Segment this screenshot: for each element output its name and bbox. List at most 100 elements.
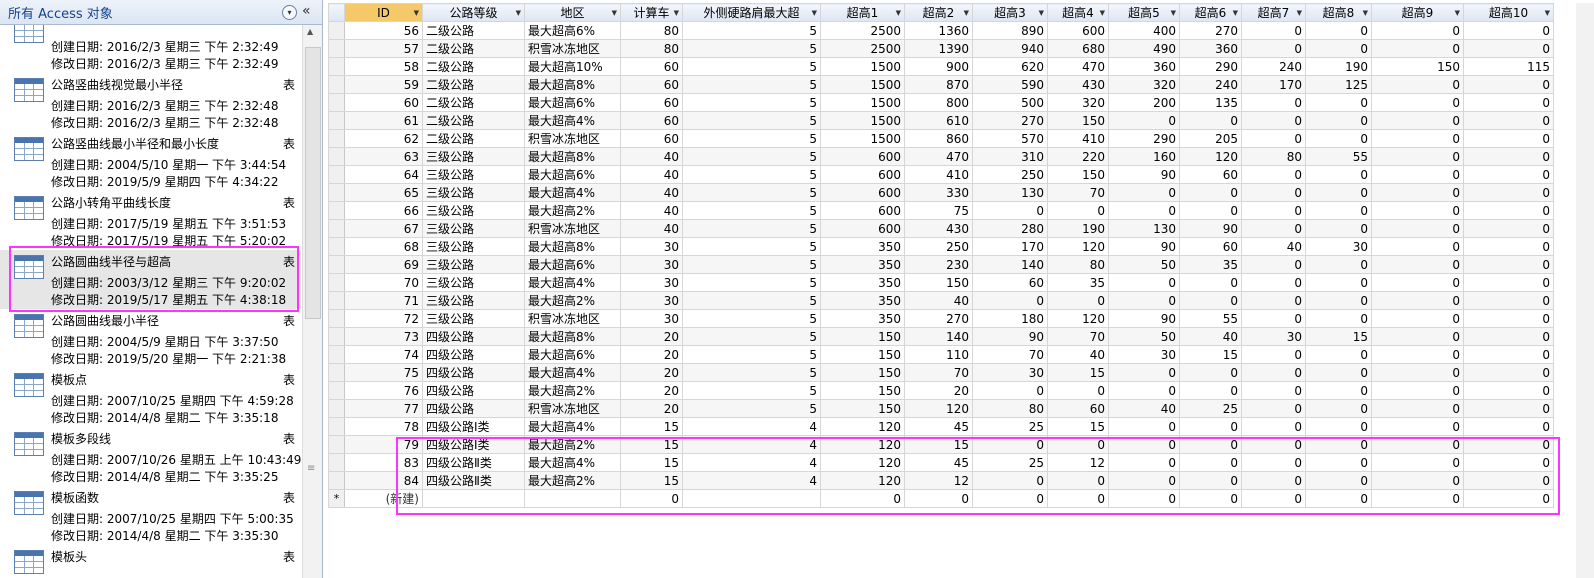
table-cell[interactable]: 120 (1047, 237, 1109, 256)
filter-dropdown-icon[interactable]: ▼ (1171, 9, 1176, 17)
table-cell[interactable]: 0 (1108, 453, 1180, 472)
table-cell[interactable]: 二级公路 (422, 21, 525, 40)
table-cell[interactable]: 0 (1463, 399, 1554, 418)
table-cell[interactable]: 三级公路 (422, 255, 525, 274)
new-record-label[interactable]: (新建) (344, 489, 423, 508)
table-cell[interactable]: 55 (1179, 309, 1242, 328)
table-cell[interactable]: 59 (344, 75, 423, 94)
table-cell[interactable]: 70 (904, 363, 973, 382)
table-cell[interactable]: 360 (1179, 39, 1242, 58)
table-cell[interactable]: 最大超高8% (524, 237, 621, 256)
table-cell[interactable]: 0 (1463, 39, 1554, 58)
table-cell[interactable]: 三级公路 (422, 291, 525, 310)
table-cell[interactable]: 四级公路Ⅰ类 (422, 435, 525, 454)
table-cell[interactable]: 140 (972, 255, 1048, 274)
table-cell[interactable]: 0 (1108, 183, 1180, 202)
table-cell[interactable]: 290 (1108, 129, 1180, 148)
table-cell[interactable]: 60 (620, 129, 683, 148)
table-cell[interactable]: 二级公路 (422, 57, 525, 76)
table-cell[interactable]: 610 (904, 111, 973, 130)
table-row[interactable]: 65 三级公路 最大超高4% 40 5 600 330 130 70 0 0 0 0 0 0 (328, 183, 1554, 202)
table-cell[interactable]: 680 (1047, 39, 1109, 58)
table-cell[interactable]: 30 (620, 273, 683, 292)
table-cell[interactable]: 20 (620, 327, 683, 346)
table-cell[interactable]: 5 (682, 201, 821, 220)
column-header[interactable]: 超高4 ▼ (1047, 3, 1109, 22)
table-cell[interactable]: 50 (1108, 255, 1180, 274)
table-cell[interactable]: 最大超高4% (524, 417, 621, 436)
filter-dropdown-icon[interactable]: ▼ (1233, 9, 1238, 17)
table-cell[interactable]: 0 (1179, 489, 1242, 508)
table-row[interactable]: 61 二级公路 最大超高4% 60 5 1500 610 270 150 0 0 0 0 0 0 (328, 111, 1554, 130)
filter-dropdown-icon[interactable]: ▼ (516, 9, 521, 17)
table-cell[interactable]: 0 (1463, 291, 1554, 310)
table-cell[interactable]: 0 (1371, 237, 1464, 256)
table-cell[interactable]: 0 (1305, 471, 1372, 490)
table-cell[interactable]: 190 (1305, 57, 1372, 76)
table-cell[interactable]: 0 (1371, 435, 1464, 454)
table-cell[interactable]: 205 (1179, 129, 1242, 148)
filter-dropdown-icon[interactable]: ▼ (1545, 9, 1550, 17)
table-cell[interactable]: 57 (344, 39, 423, 58)
nav-item-table[interactable]: 公路小转角平曲线长度 表创建日期: 2017/5/19 星期五 下午 3:51:5… (0, 191, 301, 250)
table-cell[interactable]: 四级公路Ⅱ类 (422, 453, 525, 472)
table-cell[interactable]: 15 (904, 435, 973, 454)
table-cell[interactable]: 最大超高4% (524, 111, 621, 130)
table-cell[interactable]: 最大超高4% (524, 453, 621, 472)
new-record-row[interactable]: * (新建) 0 0 0 0 0 0 0 0 0 0 0 (328, 489, 1554, 508)
table-cell[interactable]: 0 (972, 381, 1048, 400)
table-cell[interactable]: 30 (1305, 237, 1372, 256)
table-cell[interactable]: 170 (1241, 75, 1306, 94)
table-cell[interactable]: 0 (1463, 201, 1554, 220)
row-selector[interactable] (328, 435, 345, 454)
table-cell[interactable]: 0 (1463, 147, 1554, 166)
table-cell[interactable]: 80 (620, 39, 683, 58)
table-cell[interactable]: 150 (1371, 57, 1464, 76)
table-cell[interactable]: 60 (1047, 399, 1109, 418)
table-cell[interactable]: 78 (344, 417, 423, 436)
table-cell[interactable]: 5 (682, 237, 821, 256)
table-cell[interactable]: 30 (620, 291, 683, 310)
table-cell[interactable]: 180 (972, 309, 1048, 328)
table-cell[interactable]: 76 (344, 381, 423, 400)
table-row[interactable]: 57 二级公路 积雪冰冻地区 80 5 2500 1390 940 680 490 360 0 0 0 0 (328, 39, 1554, 58)
table-cell[interactable]: 0 (1241, 165, 1306, 184)
filter-dropdown-icon[interactable]: ▼ (896, 9, 901, 17)
table-row[interactable]: 71 三级公路 最大超高2% 30 5 350 40 0 0 0 0 0 0 0 0 (328, 291, 1554, 310)
table-cell[interactable]: 160 (1108, 147, 1180, 166)
table-cell[interactable]: 500 (972, 93, 1048, 112)
column-header[interactable]: 超高5 ▼ (1108, 3, 1180, 22)
table-cell[interactable]: 0 (1371, 165, 1464, 184)
nav-scrollbar[interactable]: ▲ ≡ (302, 25, 322, 578)
table-cell[interactable]: 0 (1305, 291, 1372, 310)
table-cell[interactable]: 67 (344, 219, 423, 238)
grid-scrollbar[interactable] (1576, 3, 1594, 578)
table-cell[interactable]: 1500 (820, 57, 905, 76)
table-cell[interactable]: 0 (1463, 111, 1554, 130)
table-cell[interactable]: 45 (904, 417, 973, 436)
table-cell[interactable] (524, 489, 621, 508)
table-row[interactable]: 69 三级公路 最大超高6% 30 5 350 230 140 80 50 35 0 0 0 0 (328, 255, 1554, 274)
table-cell[interactable]: 5 (682, 21, 821, 40)
table-cell[interactable]: 0 (1371, 417, 1464, 436)
table-cell[interactable]: 40 (1241, 237, 1306, 256)
table-cell[interactable]: 0 (1179, 435, 1242, 454)
table-cell[interactable]: 0 (1463, 453, 1554, 472)
column-header[interactable]: ID ▼ (344, 3, 423, 22)
table-cell[interactable]: 三级公路 (422, 201, 525, 220)
table-cell[interactable]: 0 (1305, 273, 1372, 292)
table-cell[interactable]: 60 (1179, 237, 1242, 256)
table-cell[interactable]: 0 (1371, 93, 1464, 112)
table-cell[interactable]: 350 (820, 237, 905, 256)
table-cell[interactable]: 0 (972, 489, 1048, 508)
table-cell[interactable]: 四级公路 (422, 327, 525, 346)
scroll-up-icon[interactable]: ▲ (307, 27, 313, 36)
table-cell[interactable]: 600 (820, 165, 905, 184)
table-cell[interactable]: 最大超高6% (524, 21, 621, 40)
table-cell[interactable]: 66 (344, 201, 423, 220)
table-cell[interactable]: 56 (344, 21, 423, 40)
table-cell[interactable]: 0 (1463, 417, 1554, 436)
table-cell[interactable]: 0 (1047, 201, 1109, 220)
table-cell[interactable]: 80 (972, 399, 1048, 418)
table-cell[interactable]: 20 (620, 381, 683, 400)
